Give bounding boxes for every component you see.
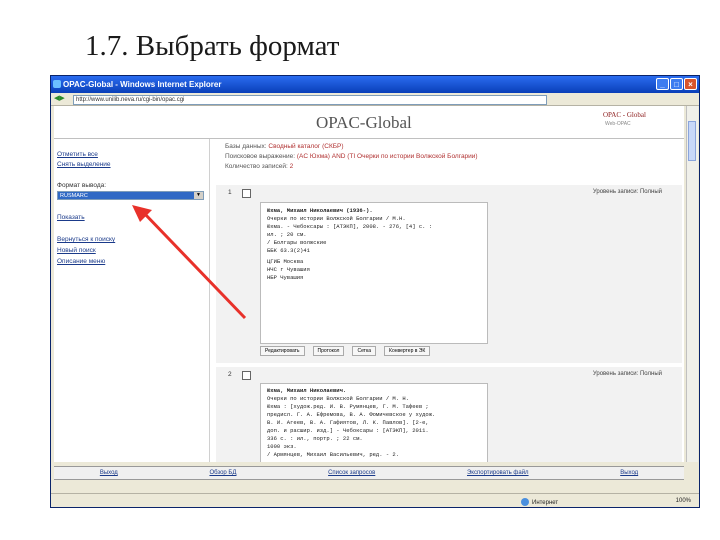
record-card: Юхма, Михаил Николаевич. Очерки по истор… [260,383,488,462]
vertical-scrollbar[interactable] [686,106,698,462]
info-databases: Базы данных: Сводный каталог (СКБР) [225,143,344,150]
record-checkbox[interactable] [242,371,251,380]
unmark-link[interactable]: Снять выделение [57,161,111,168]
sidebar: Отметить все Снять выделение Формат выво… [54,139,210,462]
format-select[interactable]: RUSMARC ▼ [57,191,204,200]
window-titlebar: OPAC-Global - Windows Internet Explorer … [51,76,699,93]
back-to-search-link[interactable]: Вернуться к поиску [57,236,115,243]
bottom-nav: Выход Обзор БД Список запросов Экспортир… [54,466,684,480]
window-title: OPAC-Global - Windows Internet Explorer [63,80,222,89]
export-file-link[interactable]: Экспортировать файл [467,467,529,479]
search-list-link[interactable]: Список запросов [328,467,375,479]
internet-zone: Интернет [521,496,558,507]
card-line: Очерки по истории Волжской Болгарии / М.… [267,395,409,402]
record-number: 2 [228,371,232,378]
ie-icon [53,80,61,88]
card-line: предисл. Г. А. Ефремова, В. А. Фомичевск… [267,411,436,418]
card-line: / Армянцев, Михаил Васильевич, ред. - 2. [267,451,400,458]
record-number: 1 [228,189,232,196]
new-search-link[interactable]: Новый поиск [57,247,96,254]
show-link[interactable]: Показать [57,214,85,221]
card-line: 336 с. : ил., портр. ; 22 см. [267,435,363,442]
chevron-down-icon[interactable]: ▼ [194,192,203,199]
logout-link[interactable]: Выход [620,467,638,479]
maximize-button[interactable]: □ [670,78,683,90]
grid-button[interactable]: Сетка [352,346,377,356]
minimize-button[interactable]: _ [656,78,669,90]
opac-logo-right: OPAC - Global [603,111,646,119]
opac-logo-sub: Web-OPAC [605,121,631,127]
info-count: Количество записей: 2 [225,163,294,170]
card-line: Юхма : [худож.ред. И. В. Румянцев, Г. М.… [267,403,429,410]
card-line: Юхма, Михаил Николаевич (1936-). [267,207,373,214]
scrollbar-thumb[interactable] [688,121,696,161]
format-label: Формат вывода: [57,182,107,189]
card-line: НЧС г Чувашия [267,266,310,273]
mark-all-link[interactable]: Отметить все [57,151,98,158]
card-line: В. И. Агеев, В. А. Гафиятов, Л. К. Павло… [267,419,429,426]
record-checkbox[interactable] [242,189,251,198]
card-line: Очерки по истории Волжской Болгарии / М.… [267,215,406,222]
info-query: Поисковое выражение: (AC Юхма) AND (TI О… [225,153,478,160]
menu-help-link[interactable]: Описание меню [57,258,105,265]
about-db-link[interactable]: Обзор БД [209,467,236,479]
format-select-value: RUSMARC [60,193,88,199]
window-controls: _ □ × [656,78,697,90]
record-row: 1 Уровень записи: Полный Юхма, Михаил Ни… [216,185,682,363]
close-button[interactable]: × [684,78,697,90]
card-line: 1000 экз. [267,443,297,450]
address-bar: ◀▶ http://www.unilib.neva.ru/cgi-bin/opa… [51,93,699,106]
results-pane: Базы данных: Сводный каталог (СКБР) Поис… [210,139,684,462]
convert-button[interactable]: Конвертер в ЭК [384,346,431,356]
record-row: 2 Уровень записи: Полный Юхма, Михаил Ни… [216,367,682,462]
browser-window: OPAC-Global - Windows Internet Explorer … [50,75,700,508]
opac-logo: OPAC-Global [316,113,412,132]
record-level: Уровень записи: Полный [592,189,662,195]
card-line: ил. ; 20 см. [267,231,307,238]
card-line: НБР Чувашия [267,274,304,281]
exit-link[interactable]: Выход [100,467,118,479]
slide-title: 1.7. Выбрать формат [85,30,340,62]
record-level: Уровень записи: Полный [592,371,662,377]
opac-banner: OPAC-Global OPAC - Global Web-OPAC [54,106,684,139]
record-actions: Редактировать Протокол Сетка Конвертер в… [260,346,431,356]
card-line: доп. и расшир. изд.] - Чебоксары : [АТЭК… [267,427,429,434]
edit-button[interactable]: Редактировать [260,346,305,356]
card-line: / Болгары волжские [267,239,327,246]
card-line: Юхма. - Чебоксары : [АТЭКП], 2008. - 276… [267,223,433,230]
status-bar: Интернет 100% [51,493,699,507]
record-card: Юхма, Михаил Николаевич (1936-). Очерки … [260,202,488,344]
card-line: ЦГИБ Москва [267,258,304,265]
url-field[interactable]: http://www.unilib.neva.ru/cgi-bin/opac.c… [73,95,547,105]
card-line: Юхма, Михаил Николаевич. [267,387,347,394]
zoom-level[interactable]: 100% [676,494,691,507]
card-line: ББК 63.3(2)41 [267,247,310,254]
protocol-button[interactable]: Протокол [312,346,345,356]
back-forward-icon[interactable]: ◀▶ [54,95,65,103]
